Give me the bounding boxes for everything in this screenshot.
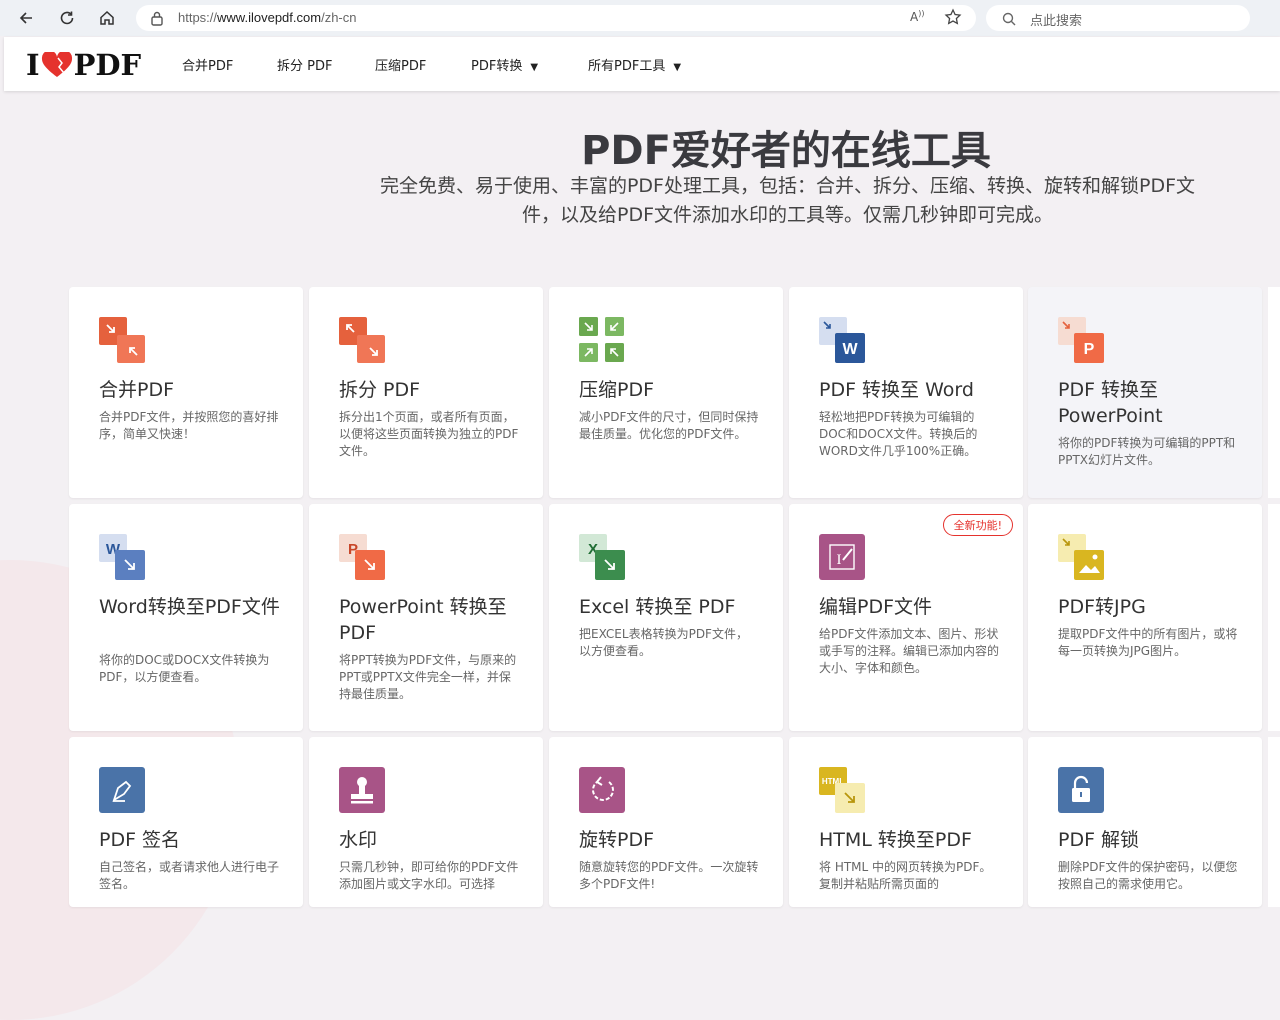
- tool-title: Excel 转换至 PDF: [579, 596, 736, 618]
- tool-title: PDF 转换至 PowerPoint: [1058, 379, 1163, 427]
- tool-title: 编辑PDF文件: [819, 596, 933, 618]
- tool-desc: 随意旋转您的PDF文件。一次旋转多个PDF文件!: [579, 860, 759, 891]
- tool-desc: 减小PDF文件的尺寸，但同时保持最佳质量。优化您的PDF文件。: [579, 410, 759, 441]
- tool-title: PowerPoint 转换至PDF: [339, 596, 507, 644]
- tool-desc: 自己签名，或者请求他人进行电子签名。: [99, 860, 280, 891]
- tool-desc: 拆分出1个页面，或者所有页面，以便将这些页面转换为独立的PDF文件。: [339, 410, 519, 458]
- powerpoint-to-pdf-icon: P: [339, 534, 385, 580]
- home-icon[interactable]: [95, 6, 119, 30]
- back-icon[interactable]: [14, 6, 38, 30]
- subtitle-line-1: 完全免费、易于使用、丰富的PDF处理工具，包括：合并、拆分、压缩、转换、旋转和解…: [379, 175, 1196, 197]
- tool-desc: 将你的DOC或DOCX文件转换为PDF，以方便查看。: [99, 653, 270, 684]
- tool-title: 压缩PDF: [579, 379, 655, 401]
- excel-to-pdf-icon: X: [579, 534, 625, 580]
- tool-card-word-to-pdf[interactable]: W Word转换至PDF文件 将你的DOC或DOCX文件转换为PDF，以方便查看…: [69, 504, 303, 731]
- browser-search-box[interactable]: 点此搜索: [986, 5, 1250, 31]
- search-placeholder: 点此搜索: [1030, 14, 1083, 29]
- svg-text:P: P: [1084, 341, 1095, 358]
- tool-card-powerpoint-to-pdf[interactable]: P PowerPoint 转换至PDF 将PPT转换为PDF文件，与原来的PPT…: [309, 504, 543, 731]
- split-pdf-icon: [339, 317, 385, 363]
- tool-card-partial[interactable]: [1268, 504, 1280, 731]
- tool-title: PDF 转换至 Word: [819, 379, 974, 401]
- tool-card-partial[interactable]: [1268, 287, 1280, 498]
- refresh-icon[interactable]: [55, 6, 79, 30]
- pdf-to-powerpoint-icon: P: [1058, 317, 1104, 363]
- search-icon: [1002, 11, 1016, 30]
- nav-compress[interactable]: 压缩PDF: [375, 55, 426, 74]
- tool-desc: 把EXCEL表格转换为PDF文件，以方便查看。: [579, 627, 748, 658]
- page-title: PDF爱好者的在线工具: [581, 128, 991, 174]
- watermark-stamp-icon: [339, 767, 385, 813]
- tool-card-sign-pdf[interactable]: PDF 签名 自己签名，或者请求他人进行电子签名。: [69, 737, 303, 907]
- svg-text:W: W: [842, 341, 858, 358]
- tool-card-pdf-to-jpg[interactable]: PDF转JPG 提取PDF文件中的所有图片，或将每一页转换为JPG图片。: [1028, 504, 1262, 731]
- edit-pdf-icon: I: [819, 534, 865, 580]
- tool-title: 旋转PDF: [579, 829, 655, 851]
- tool-desc: 给PDF文件添加文本、图片、形状或手写的注释。编辑已添加内容的大小、字体和颜色。: [819, 627, 1000, 675]
- address-bar[interactable]: https://www.ilovepdf.com/zh-cn A)): [136, 5, 976, 31]
- tool-desc: 只需几秒钟，即可给你的PDF文件添加图片或文字水印。可选择: [339, 860, 519, 891]
- tool-card-pdf-to-powerpoint[interactable]: P PDF 转换至 PowerPoint 将你的PDF转换为可编辑的PPT和PP…: [1028, 287, 1262, 498]
- word-to-pdf-icon: W: [99, 534, 145, 580]
- tool-title: 水印: [339, 829, 378, 851]
- tool-card-pdf-to-word[interactable]: W PDF 转换至 Word 轻松地把PDF转换为可编辑的DOC和DOCX文件。…: [789, 287, 1023, 498]
- nav-merge[interactable]: 合并PDF: [182, 55, 233, 74]
- nav-all-tools[interactable]: 所有PDF工具 ▼: [588, 55, 681, 74]
- browser-toolbar: https://www.ilovepdf.com/zh-cn A)) 点此搜索: [0, 0, 1280, 36]
- unlock-icon: [1058, 767, 1104, 813]
- tool-title: HTML 转换至PDF: [819, 829, 972, 851]
- nav-all-tools-label: 所有PDF工具: [588, 59, 666, 74]
- tool-desc: 将PPT转换为PDF文件，与原来的PPT或PPTX文件完全一样，并保持最佳质量。: [339, 653, 517, 701]
- site-header: I PDF 合并PDF 拆分 PDF 压缩PDF PDF转换 ▼ 所有PDF工具 ▼: [4, 37, 1280, 91]
- tool-card-watermark[interactable]: 水印 只需几秒钟，即可给你的PDF文件添加图片或文字水印。可选择: [309, 737, 543, 907]
- tool-card-edit-pdf[interactable]: 全新功能! I 编辑PDF文件 给PDF文件添加文本、图片、形状或手写的注释。编…: [789, 504, 1023, 731]
- pdf-to-jpg-icon: [1058, 534, 1104, 580]
- heart-icon: [41, 52, 72, 77]
- caret-down-icon: ▼: [673, 62, 682, 73]
- rotate-pdf-icon: [579, 767, 625, 813]
- sign-pdf-icon: [99, 767, 145, 813]
- pdf-to-word-icon: W: [819, 317, 865, 363]
- url-text[interactable]: https://www.ilovepdf.com/zh-cn: [178, 10, 356, 25]
- tool-card-html-to-pdf[interactable]: HTML HTML 转换至PDF 将 HTML 中的网页转换为PDF。复制并粘贴…: [789, 737, 1023, 907]
- read-aloud-icon[interactable]: A)): [910, 9, 924, 24]
- subtitle-line-2: 件，以及给PDF文件添加水印的工具等。仅需几秒钟即可完成。: [521, 204, 1054, 226]
- svg-text:I: I: [837, 552, 842, 568]
- tool-card-partial[interactable]: [1268, 737, 1280, 907]
- logo-letter: I: [26, 48, 40, 82]
- nav-convert-label: PDF转换: [471, 59, 523, 74]
- ilovepdf-logo[interactable]: I PDF: [26, 48, 141, 82]
- tool-title: Word转换至PDF文件: [99, 596, 280, 618]
- tool-desc: 将 HTML 中的网页转换为PDF。复制并粘贴所需页面的: [819, 860, 992, 891]
- tool-card-excel-to-pdf[interactable]: X Excel 转换至 PDF 把EXCEL表格转换为PDF文件，以方便查看。: [549, 504, 783, 731]
- tool-desc: 将你的PDF转换为可编辑的PPT和PPTX幻灯片文件。: [1058, 436, 1236, 467]
- page-subtitle: 完全免费、易于使用、丰富的PDF处理工具，包括：合并、拆分、压缩、转换、旋转和解…: [340, 172, 1235, 230]
- tool-card-merge[interactable]: 合并PDF 合并PDF文件，并按照您的喜好排序，简单又快速！: [69, 287, 303, 498]
- tool-card-split[interactable]: 拆分 PDF 拆分出1个页面，或者所有页面，以便将这些页面转换为独立的PDF文件…: [309, 287, 543, 498]
- tool-desc: 提取PDF文件中的所有图片，或将每一页转换为JPG图片。: [1058, 627, 1238, 658]
- tool-card-unlock-pdf[interactable]: PDF 解锁 删除PDF文件的保护密码，以便您按照自己的需求使用它。: [1028, 737, 1262, 907]
- lock-icon[interactable]: [150, 10, 164, 30]
- caret-down-icon: ▼: [530, 62, 539, 73]
- merge-pdf-icon: [99, 317, 145, 363]
- tool-title: PDF 签名: [99, 829, 181, 851]
- html-to-pdf-icon: HTML: [819, 767, 865, 813]
- tool-desc: 轻松地把PDF转换为可编辑的DOC和DOCX文件。转换后的WORD文件几乎100…: [819, 410, 978, 458]
- tool-title: 合并PDF: [99, 379, 175, 401]
- nav-convert[interactable]: PDF转换 ▼: [471, 55, 538, 74]
- tool-title: PDF 解锁: [1058, 829, 1140, 851]
- tool-title: PDF转JPG: [1058, 596, 1146, 618]
- new-feature-badge: 全新功能!: [942, 514, 1013, 536]
- compress-pdf-icon: [579, 317, 624, 362]
- tool-card-rotate-pdf[interactable]: 旋转PDF 随意旋转您的PDF文件。一次旋转多个PDF文件!: [549, 737, 783, 907]
- favorite-star-icon[interactable]: [944, 8, 962, 30]
- logo-text: PDF: [73, 48, 142, 82]
- tool-title: 拆分 PDF: [339, 379, 421, 401]
- tool-desc: 合并PDF文件，并按照您的喜好排序，简单又快速！: [99, 410, 279, 441]
- nav-split[interactable]: 拆分 PDF: [277, 55, 332, 74]
- tool-card-compress[interactable]: 压缩PDF 减小PDF文件的尺寸，但同时保持最佳质量。优化您的PDF文件。: [549, 287, 783, 498]
- tool-desc: 删除PDF文件的保护密码，以便您按照自己的需求使用它。: [1058, 860, 1238, 891]
